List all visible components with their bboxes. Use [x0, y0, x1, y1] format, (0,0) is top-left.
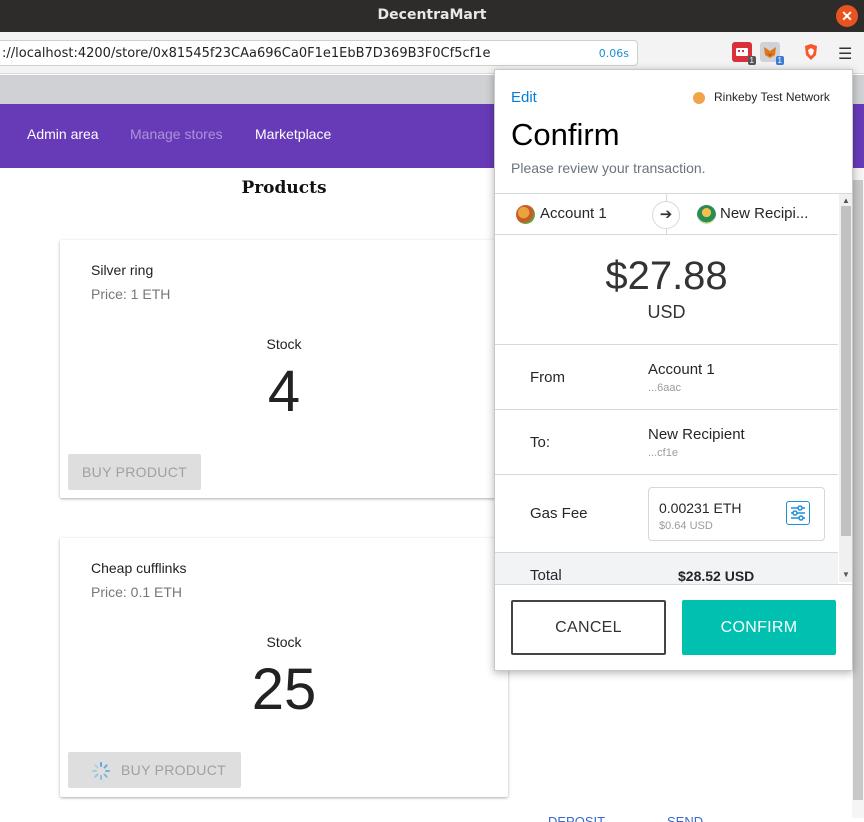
cancel-button[interactable]: CANCEL: [511, 600, 666, 655]
stock-count: 25: [251, 657, 317, 722]
sender-account: Account 1: [540, 205, 607, 222]
stock-label: Stock: [266, 634, 302, 650]
to-label: To:: [530, 434, 551, 451]
sliders-icon: [791, 505, 805, 521]
url-text: ://localhost:4200/store/0x81545f23CAa696…: [2, 46, 491, 61]
buy-product-label: BUY PRODUCT: [121, 762, 226, 778]
product-name: Silver ring: [91, 262, 154, 278]
buy-product-button[interactable]: BUY PRODUCT: [68, 454, 201, 490]
from-name: Account 1: [648, 361, 715, 378]
gas-fee-row: Gas Fee 0.00231 ETH $0.64 USD: [495, 474, 838, 552]
metamask-popup: Edit Rinkeby Test Network Confirm Please…: [494, 69, 853, 671]
nav-marketplace[interactable]: Marketplace: [255, 126, 331, 142]
window-titlebar: DecentraMart ✕: [0, 0, 864, 32]
from-label: From: [530, 369, 565, 386]
to-name: New Recipient: [648, 426, 745, 443]
nav-manage-stores[interactable]: Manage stores: [130, 126, 223, 142]
gas-fee-usd: $0.64 USD: [659, 520, 713, 532]
gas-fee-eth: 0.00231 ETH: [659, 500, 742, 516]
to-row: To: New Recipient ...cf1e: [495, 409, 838, 474]
popup-footer: CANCEL CONFIRM: [495, 584, 852, 670]
from-row: From Account 1 ...6aac: [495, 344, 838, 409]
edit-link[interactable]: Edit: [511, 89, 537, 106]
stock-count: 4: [267, 359, 301, 424]
metamask-extension-icon[interactable]: 1: [760, 42, 784, 65]
deposit-link[interactable]: DEPOSIT: [548, 814, 605, 822]
sender-avatar: [516, 205, 535, 224]
loading-spinner-icon: [92, 762, 110, 780]
popup-scrollbar[interactable]: ▲ ▼: [839, 194, 852, 582]
product-card: Silver ring Price: 1 ETH Stock 4 BUY PRO…: [60, 240, 508, 498]
total-value: $28.52 USD: [678, 568, 755, 584]
brave-shield-icon[interactable]: [801, 42, 821, 62]
product-name: Cheap cufflinks: [91, 560, 187, 576]
arrow-right-icon: ➔: [652, 201, 680, 229]
close-window-button[interactable]: ✕: [836, 5, 858, 27]
hamburger-menu-icon[interactable]: ☰: [838, 44, 852, 64]
confirm-button[interactable]: CONFIRM: [682, 600, 836, 655]
recipient-avatar: [697, 205, 716, 224]
page-scrollbar[interactable]: [852, 168, 864, 818]
product-card: Cheap cufflinks Price: 0.1 ETH Stock 25 …: [60, 538, 508, 797]
confirm-title: Confirm: [511, 117, 620, 152]
product-price: Price: 1 ETH: [91, 286, 171, 302]
extension-icon-1[interactable]: 1: [732, 42, 756, 65]
network-status-dot: [693, 92, 705, 104]
confirm-subtitle: Please review your transaction.: [511, 160, 706, 176]
from-address: ...6aac: [648, 382, 682, 394]
customize-gas-button[interactable]: [786, 501, 810, 525]
sender-recipient-row: Account 1 ➔ New Recipi...: [495, 194, 838, 235]
products-heading: Products: [241, 178, 327, 198]
transaction-details: Account 1 ➔ New Recipi... $27.88 USD Fro…: [495, 193, 852, 651]
address-bar[interactable]: ://localhost:4200/store/0x81545f23CAa696…: [0, 40, 638, 66]
nav-admin-area[interactable]: Admin area: [27, 126, 99, 142]
total-label: Total: [530, 567, 562, 584]
network-name[interactable]: Rinkeby Test Network: [714, 90, 830, 104]
ext-badge-2: 1: [775, 56, 784, 65]
browser-toolbar: ://localhost:4200/store/0x81545f23CAa696…: [0, 32, 864, 74]
recipient-account: New Recipi...: [720, 205, 809, 222]
gas-fee-label: Gas Fee: [530, 505, 588, 522]
ext-badge-1: 1: [747, 56, 756, 65]
load-time: 0.06s: [598, 47, 629, 60]
amount-currency: USD: [647, 302, 686, 322]
stock-label: Stock: [266, 336, 302, 352]
window-title: DecentraMart: [377, 7, 487, 23]
buy-product-button[interactable]: BUY PRODUCT: [68, 752, 241, 788]
product-price: Price: 0.1 ETH: [91, 584, 183, 600]
to-address: ...cf1e: [648, 447, 678, 459]
send-link[interactable]: SEND: [667, 814, 703, 822]
gas-fee-box: 0.00231 ETH $0.64 USD: [648, 487, 825, 541]
amount-value: $27.88: [605, 254, 728, 298]
